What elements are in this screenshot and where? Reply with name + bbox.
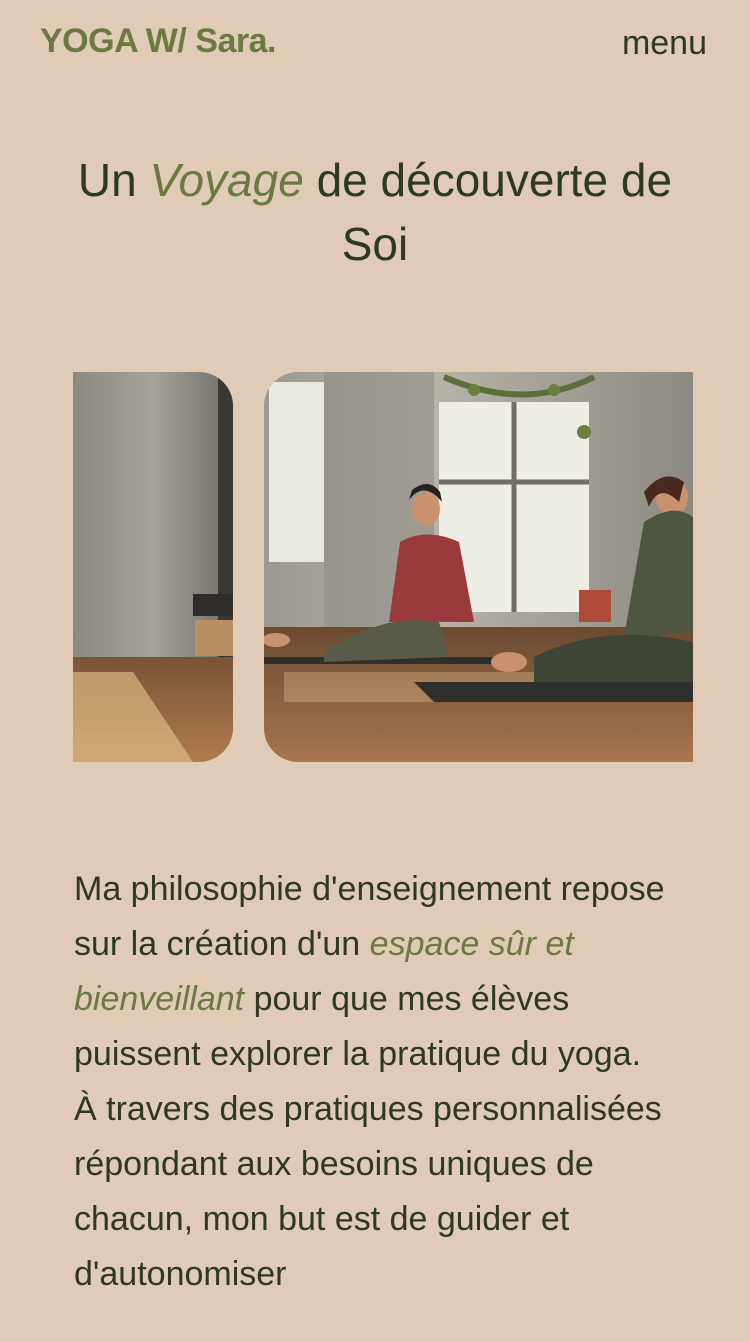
menu-button[interactable]: menu: [622, 24, 707, 63]
site-header: YOGA W/ Sara. menu: [0, 0, 750, 90]
site-logo[interactable]: YOGA W/ Sara.: [40, 22, 276, 61]
photo-gallery: [73, 372, 693, 762]
hero-title-part1: Un: [77, 154, 150, 206]
hero-title: Un Voyage de découverte de Soi: [60, 148, 690, 276]
philosophy-paragraph-1: Ma philosophie d'enseignement repose sur…: [74, 862, 684, 1082]
yoga-class-photo: [264, 372, 693, 762]
hero-title-part2: de découverte de Soi: [303, 154, 673, 270]
hero-title-accent: Voyage: [149, 154, 304, 206]
philosophy-text: Ma philosophie d'enseignement repose sur…: [74, 862, 684, 1302]
studio-column-photo: [73, 372, 233, 762]
philosophy-paragraph-2: À travers des pratiques personnalisées r…: [74, 1090, 662, 1293]
